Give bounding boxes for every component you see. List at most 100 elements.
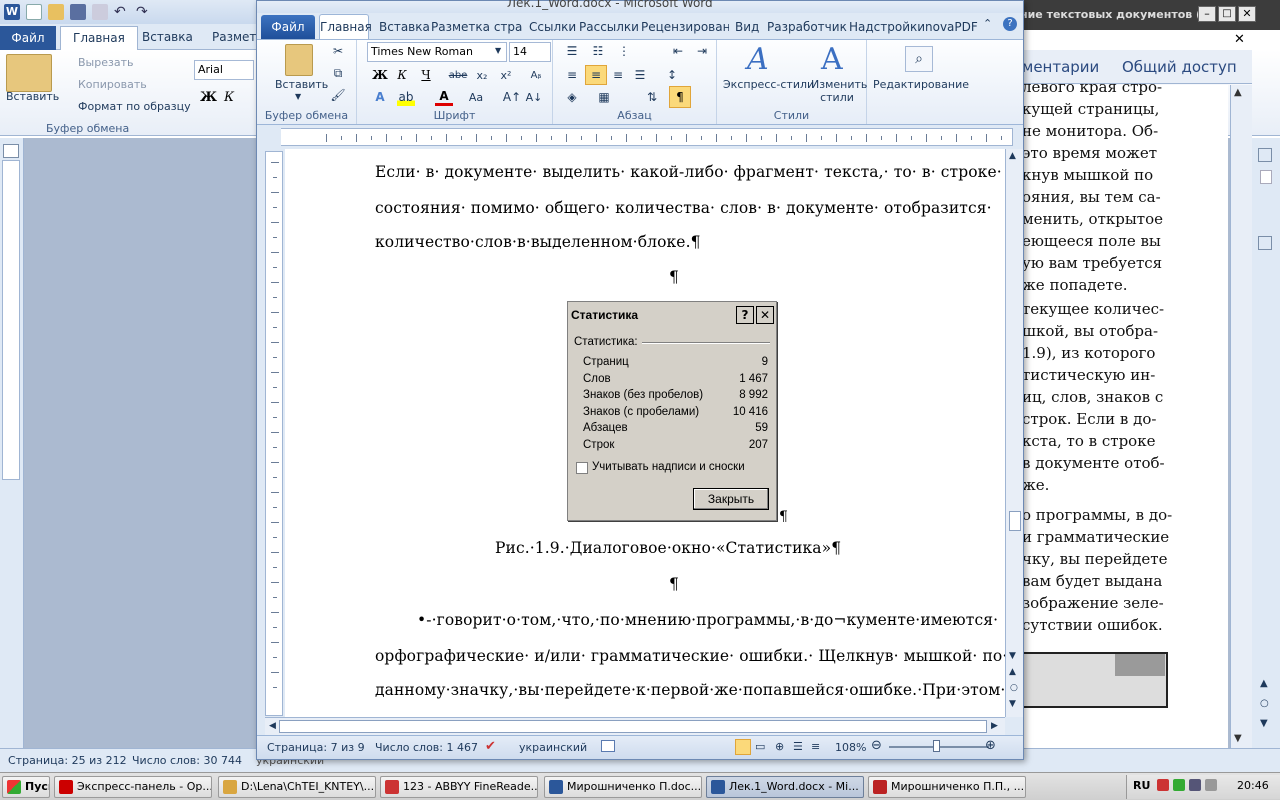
redo-icon[interactable]: ↷	[136, 4, 152, 20]
print-layout-view-icon[interactable]	[735, 739, 751, 755]
dialog-help-icon[interactable]: ?	[736, 306, 754, 324]
status-page[interactable]: Страница: 7 из 9	[267, 741, 365, 754]
tab-file[interactable]: Файл	[261, 15, 315, 39]
maximize-icon[interactable]: □	[1218, 6, 1236, 22]
figure-caption[interactable]: Рис.·1.9.·Диалоговое·окно·«Статистика»¶	[495, 539, 841, 557]
change-case-icon[interactable]: Aa	[467, 88, 485, 106]
full-screen-view-icon[interactable]: ▭	[755, 740, 765, 753]
numbering-icon[interactable]: ☷	[589, 42, 607, 60]
ruler-toggle-icon[interactable]	[1258, 148, 1272, 162]
scroll-thumb[interactable]	[1009, 511, 1021, 531]
print-preview-icon[interactable]	[92, 4, 108, 20]
dialog-close-button[interactable]: Закрыть	[693, 488, 769, 510]
scroll-right-icon[interactable]: ▶	[991, 721, 998, 731]
bg-tab-selector-icon[interactable]	[3, 144, 19, 158]
underline-button[interactable]: Ч	[417, 66, 435, 84]
bg-tab-home[interactable]: Главная	[60, 26, 138, 51]
status-language[interactable]: украинский	[519, 741, 587, 754]
doc-line[interactable]: Если· в· документе· выделить· какой-либо…	[375, 163, 1002, 181]
new-doc-icon[interactable]	[26, 4, 42, 20]
cut-icon[interactable]: ✂	[329, 42, 347, 60]
bg-tab-insert[interactable]: Вставка	[130, 26, 205, 50]
shading-icon[interactable]: ◈	[563, 88, 581, 106]
bg-status-page[interactable]: Страница: 25 из 212	[8, 754, 127, 767]
zoom-out-icon[interactable]: ⊖	[871, 738, 882, 753]
highlight-icon[interactable]: ab	[397, 88, 415, 106]
paste-icon[interactable]	[285, 44, 313, 76]
dialog-checkbox[interactable]	[576, 462, 588, 474]
change-styles-icon[interactable]: A	[821, 42, 843, 77]
doc-line[interactable]: количество·слов·в·выделенном·блоке.¶	[375, 233, 701, 251]
macro-record-icon[interactable]	[601, 740, 615, 752]
vertical-ruler[interactable]	[265, 151, 283, 716]
doc-line[interactable]: •-·говорит·о·том,·что,·по·мнению·програм…	[417, 611, 998, 629]
outline-view-icon[interactable]: ☰	[793, 740, 803, 753]
taskbar-button[interactable]: Лек.1_Word.docx - Mi...	[706, 776, 864, 798]
clock[interactable]: 20:46	[1237, 779, 1269, 792]
doc-line[interactable]: состояния· помимо· общего· количества· с…	[375, 199, 992, 217]
taskbar-button[interactable]: 123 - ABBYY FineReade...	[380, 776, 538, 798]
binoculars-icon[interactable]: ⌕	[905, 46, 933, 72]
scroll-thumb[interactable]	[1260, 170, 1272, 184]
text-effects-icon[interactable]: A	[371, 88, 389, 106]
borders-icon[interactable]: ▦	[595, 88, 613, 106]
doc-close-icon[interactable]: ✕	[1234, 32, 1245, 47]
web-layout-view-icon[interactable]: ⊕	[775, 740, 784, 753]
express-styles-button[interactable]: Экспресс-стили	[723, 78, 814, 91]
line-spacing-icon[interactable]: ↕	[663, 66, 681, 84]
next-page-icon[interactable]: ▼	[1260, 718, 1268, 729]
zoom-slider-thumb[interactable]	[933, 740, 940, 752]
bg-vertical-scrollbar[interactable]: ▲ ▼	[1230, 85, 1252, 748]
tab-addins[interactable]: Надстройки	[849, 15, 925, 39]
bg-share-button[interactable]: Общий доступ	[1122, 58, 1237, 76]
sort-icon[interactable]: ⇅	[643, 88, 661, 106]
paste-dropdown-icon[interactable]: ▼	[295, 92, 301, 101]
scroll-up-icon[interactable]: ▲	[1234, 87, 1242, 98]
bg-bold-button[interactable]: Ж	[200, 90, 217, 105]
tab-view[interactable]: Вид	[735, 15, 759, 39]
bullets-icon[interactable]: ☰	[563, 42, 581, 60]
bg-paste-icon[interactable]	[6, 54, 52, 92]
copy-icon[interactable]: ⧉	[329, 64, 347, 82]
network-icon[interactable]	[1173, 779, 1185, 791]
express-styles-icon[interactable]: A	[747, 42, 769, 77]
taskbar-button[interactable]: Мирошниченко П.doc...	[544, 776, 702, 798]
status-words[interactable]: Число слов: 1 467	[375, 741, 478, 754]
font-name-combo[interactable]: Times New Roman	[367, 42, 507, 62]
tab-insert[interactable]: Вставка	[379, 15, 430, 39]
scroll-down-icon[interactable]: ▼	[1009, 651, 1016, 661]
superscript-button[interactable]: x²	[497, 66, 515, 84]
font-name-dropdown-icon[interactable]: ▼	[495, 46, 501, 55]
bg-cut-button[interactable]: Вырезать	[78, 56, 133, 69]
taskbar-button[interactable]: Мирошниченко П.П., ...	[868, 776, 1026, 798]
antivirus-icon[interactable]	[1157, 779, 1169, 791]
tab-home[interactable]: Главная	[319, 14, 372, 40]
hscroll-thumb[interactable]	[279, 720, 987, 733]
prev-page-icon[interactable]: ▲	[1009, 667, 1016, 677]
input-language[interactable]: RU	[1133, 779, 1150, 792]
decrease-indent-icon[interactable]: ⇤	[669, 42, 687, 60]
scroll-left-icon[interactable]: ◀	[269, 721, 276, 731]
doc-line[interactable]: орфографические· и/или· грамматические· …	[375, 647, 1005, 665]
tab-page-layout[interactable]: Разметка страни	[431, 15, 523, 39]
ribbon-collapse-icon[interactable]: ⌃	[983, 17, 992, 30]
tab-selector-icon[interactable]	[265, 128, 281, 146]
undo-icon[interactable]: ↶	[114, 4, 130, 20]
save-icon[interactable]	[70, 4, 86, 20]
align-center-icon[interactable]: ≡	[585, 65, 607, 85]
spelling-check-icon[interactable]: ✔	[485, 739, 496, 754]
bg-status-words[interactable]: Число слов: 30 744	[132, 754, 242, 767]
scroll-up-icon[interactable]: ▲	[1009, 151, 1016, 161]
bg-tab-file[interactable]: Файл	[0, 26, 56, 50]
scroll-down-icon[interactable]: ▼	[1234, 733, 1242, 744]
doc-line[interactable]: данному·значку,·вы·перейдете·к·первой·же…	[375, 681, 1005, 699]
horizontal-scrollbar[interactable]: ◀ ▶	[265, 717, 1005, 735]
change-styles-button[interactable]: Изменить стили	[811, 78, 867, 104]
align-left-icon[interactable]: ≡	[563, 66, 581, 84]
horizontal-ruler[interactable]	[265, 128, 1013, 146]
clear-format-icon[interactable]: Aᵦ	[527, 66, 545, 84]
format-painter-icon[interactable]: 🖌	[329, 86, 347, 104]
editing-button[interactable]: Редактирование	[873, 78, 969, 91]
increase-indent-icon[interactable]: ⇥	[693, 42, 711, 60]
bg-italic-button[interactable]: К	[224, 90, 234, 105]
